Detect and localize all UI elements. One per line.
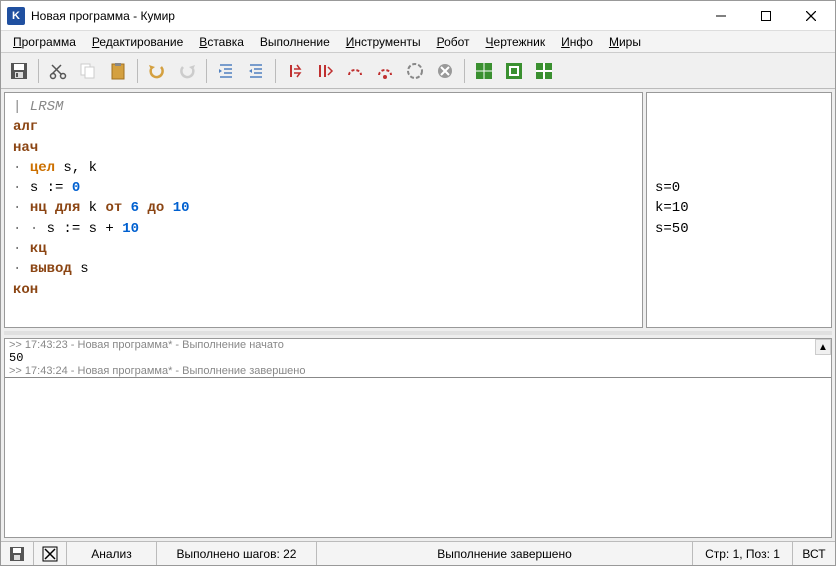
undo-icon [147, 61, 167, 81]
toolbar [1, 53, 835, 89]
run-icon [285, 61, 305, 81]
menu-robot[interactable]: Робот [429, 33, 478, 51]
horizontal-splitter[interactable] [4, 331, 832, 335]
sb-steps: Выполнено шагов: 22 [157, 542, 317, 565]
separator [137, 59, 138, 83]
statusbar: Анализ Выполнено шагов: 22 Выполнение за… [1, 541, 835, 565]
scissors-icon [48, 61, 68, 81]
separator [464, 59, 465, 83]
var-row: s=50 [655, 219, 823, 239]
maximize-icon [761, 11, 771, 21]
redo-icon [177, 61, 197, 81]
step-into-button[interactable] [371, 57, 399, 85]
stop-icon [435, 61, 455, 81]
sb-state: Выполнение завершено [317, 542, 693, 565]
menu-program[interactable]: Программа [5, 33, 84, 51]
step-icon [315, 61, 335, 81]
outdent-icon [246, 61, 266, 81]
code-keyword: нач [13, 140, 38, 156]
copy-button[interactable] [74, 57, 102, 85]
close-icon [806, 11, 816, 21]
maximize-button[interactable] [743, 2, 788, 30]
main-window: K Новая программа - Кумир Программа Реда… [0, 0, 836, 566]
sb-save-button[interactable] [1, 542, 34, 565]
code-type: цел [30, 160, 55, 176]
grid-frame-icon [504, 61, 524, 81]
minimize-icon [716, 11, 726, 21]
sb-position: Стр: 1, Поз: 1 [693, 542, 793, 565]
sb-insert-mode: ВСТ [793, 542, 835, 565]
pause-icon [405, 61, 425, 81]
window-title: Новая программа - Кумир [31, 9, 698, 23]
top-panes: | LRSM алг нач · цел s, k · s := 0 · нц … [4, 92, 832, 328]
output-log-line: >> 17:43:23 - Новая программа* - Выполне… [5, 339, 831, 351]
step-button[interactable] [311, 57, 339, 85]
code-editor[interactable]: | LRSM алг нач · цел s, k · s := 0 · нц … [4, 92, 643, 328]
indent-icon [216, 61, 236, 81]
paste-button[interactable] [104, 57, 132, 85]
var-row: s=0 [655, 178, 823, 198]
indent-button[interactable] [212, 57, 240, 85]
code-comment: | LRSM [13, 99, 63, 115]
run-button[interactable] [281, 57, 309, 85]
menu-run[interactable]: Выполнение [252, 33, 338, 51]
separator [275, 59, 276, 83]
output-value: 50 [5, 351, 831, 365]
menu-worlds[interactable]: Миры [601, 33, 649, 51]
menu-info[interactable]: Инфо [553, 33, 601, 51]
separator [206, 59, 207, 83]
menu-edit[interactable]: Редактирование [84, 33, 191, 51]
menubar: Программа Редактирование Вставка Выполне… [1, 31, 835, 53]
outdent-button[interactable] [242, 57, 270, 85]
grid-quad-icon [534, 61, 554, 81]
app-icon: K [7, 7, 25, 25]
step-into-icon [375, 61, 395, 81]
pause-button[interactable] [401, 57, 429, 85]
sb-analysis[interactable]: Анализ [67, 542, 157, 565]
sb-cancel-button[interactable] [34, 542, 67, 565]
grid3-button[interactable] [530, 57, 558, 85]
output-pane[interactable]: ▲ >> 17:43:23 - Новая программа* - Выпол… [4, 338, 832, 538]
separator [38, 59, 39, 83]
content-area: | LRSM алг нач · цел s, k · s := 0 · нц … [1, 89, 835, 541]
output-log-line: >> 17:43:24 - Новая программа* - Выполне… [5, 365, 831, 378]
grid-icon [474, 61, 494, 81]
code-keyword: алг [13, 119, 38, 135]
clipboard-icon [108, 61, 128, 81]
copy-icon [78, 61, 98, 81]
grid1-button[interactable] [470, 57, 498, 85]
var-row: k=10 [655, 198, 823, 218]
minimize-button[interactable] [698, 2, 743, 30]
save-icon [9, 546, 25, 562]
titlebar: K Новая программа - Кумир [1, 1, 835, 31]
stop-button[interactable] [431, 57, 459, 85]
scroll-up-button[interactable]: ▲ [815, 339, 831, 355]
undo-button[interactable] [143, 57, 171, 85]
close-button[interactable] [788, 2, 833, 30]
redo-button[interactable] [173, 57, 201, 85]
grid2-button[interactable] [500, 57, 528, 85]
cancel-icon [42, 546, 58, 562]
cut-button[interactable] [44, 57, 72, 85]
variables-pane: s=0 k=10 s=50 [646, 92, 832, 328]
menu-tools[interactable]: Инструменты [338, 33, 429, 51]
save-icon [9, 61, 29, 81]
step-over-icon [345, 61, 365, 81]
menu-insert[interactable]: Вставка [191, 33, 252, 51]
save-button[interactable] [5, 57, 33, 85]
menu-drawer[interactable]: Чертежник [478, 33, 554, 51]
step-over-button[interactable] [341, 57, 369, 85]
